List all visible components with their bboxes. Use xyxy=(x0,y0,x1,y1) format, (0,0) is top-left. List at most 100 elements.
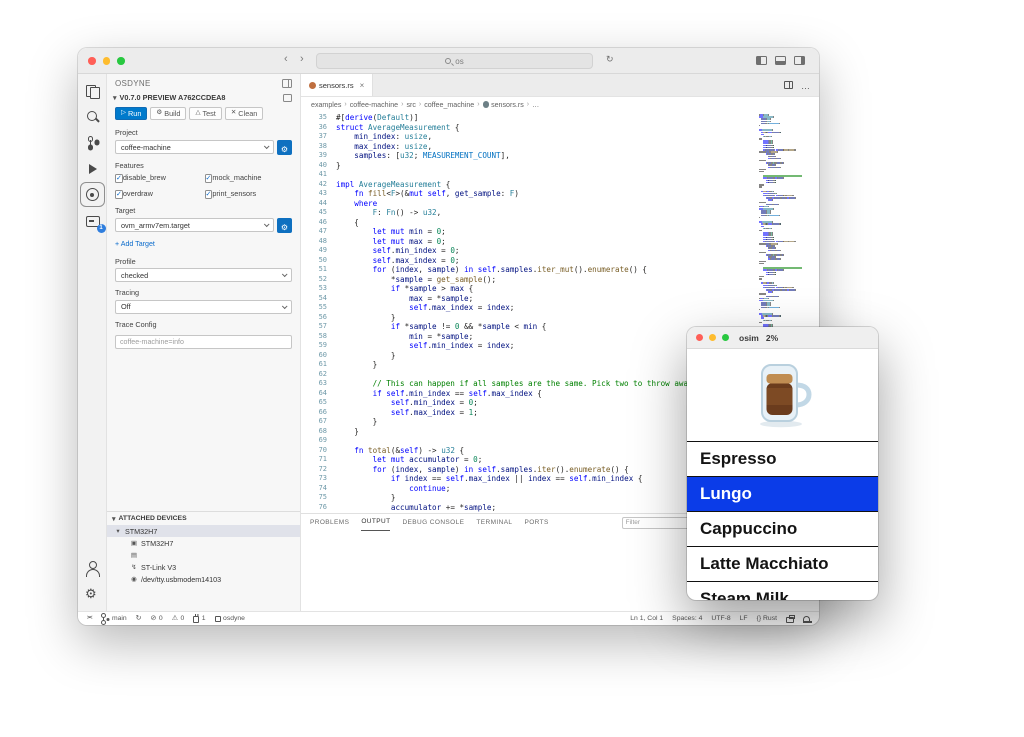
feature-checkbox-overdraw[interactable]: overdraw xyxy=(115,189,203,199)
code-line[interactable]: 37 min_index: usize, xyxy=(301,132,761,142)
project-settings-button[interactable] xyxy=(277,139,292,155)
line-number[interactable]: 70 xyxy=(301,446,327,456)
code-line[interactable]: 55 self.max_index = index; xyxy=(301,303,761,313)
menu-item-espresso[interactable]: Espresso xyxy=(687,441,878,476)
code-line[interactable]: 53 if *sample > max { xyxy=(301,284,761,294)
attached-devices-header[interactable]: ATTACHED DEVICES xyxy=(107,512,300,525)
line-number[interactable]: 43 xyxy=(301,189,327,199)
titlebar[interactable]: ‹ › os xyxy=(78,48,819,74)
status-item[interactable]: main xyxy=(100,612,127,625)
code-line[interactable]: 38 max_index: usize, xyxy=(301,142,761,152)
menu-item-steam-milk[interactable]: Steam Milk xyxy=(687,581,878,600)
code-line[interactable]: 48 let mut max = 0; xyxy=(301,237,761,247)
tab-sensors-rs[interactable]: sensors.rs × xyxy=(301,74,374,96)
target-select[interactable]: ovm_armv7em.target xyxy=(115,218,274,232)
line-number[interactable]: 41 xyxy=(301,170,327,180)
menu-item-lungo[interactable]: Lungo xyxy=(687,476,878,511)
status-item[interactable]: osdyne xyxy=(214,615,245,622)
build-button[interactable]: ⚙ Build xyxy=(150,107,187,120)
status-item[interactable] xyxy=(786,615,795,623)
osim-titlebar[interactable]: osim 2% xyxy=(687,327,878,349)
panel-tab-output[interactable]: OUTPUT xyxy=(361,514,391,531)
code-line[interactable]: 41 xyxy=(301,170,761,180)
line-number[interactable]: 64 xyxy=(301,389,327,399)
tracing-select[interactable]: Off xyxy=(115,299,292,314)
code-line[interactable]: 50 self.max_index = 0; xyxy=(301,256,761,266)
activity-item-osdyne[interactable] xyxy=(79,182,105,207)
activity-item-run-debug[interactable] xyxy=(80,156,105,181)
line-number[interactable]: 35 xyxy=(301,113,327,123)
status-item[interactable]: ⚠ 0 xyxy=(172,615,185,622)
version-section-header[interactable]: V0.7.0 PREVIEW A762CCDEA8 xyxy=(107,90,300,104)
trace-config-input[interactable] xyxy=(115,335,292,349)
code-line[interactable]: 43 fn fill<F>(&mut self, get_sample: F) xyxy=(301,189,761,199)
status-item[interactable]: ⊘ 0 xyxy=(151,615,163,622)
line-number[interactable]: 76 xyxy=(301,503,327,513)
breadcrumb-item[interactable]: coffee-machine xyxy=(350,101,398,109)
close-window-button[interactable] xyxy=(88,57,96,65)
code-line[interactable]: 36 struct AverageMeasurement { xyxy=(301,123,761,133)
line-number[interactable]: 69 xyxy=(301,436,327,446)
split-editor-icon[interactable] xyxy=(784,81,793,89)
line-number[interactable]: 52 xyxy=(301,275,327,285)
refresh-icon[interactable] xyxy=(606,54,614,65)
line-number[interactable]: 75 xyxy=(301,493,327,503)
breadcrumb-item[interactable]: coffee_machine xyxy=(424,101,474,109)
line-number[interactable]: 47 xyxy=(301,227,327,237)
more-actions-icon[interactable] xyxy=(801,76,810,94)
activity-item-source-control[interactable] xyxy=(80,130,105,155)
code-line[interactable]: 51 for (index, sample) in self.samples.i… xyxy=(301,265,761,275)
line-number[interactable]: 36 xyxy=(301,123,327,133)
status-item[interactable]: 1 xyxy=(193,614,206,623)
code-line[interactable]: 45 F: Fn() -> u32, xyxy=(301,208,761,218)
line-number[interactable]: 63 xyxy=(301,379,327,389)
line-number[interactable]: 50 xyxy=(301,256,327,266)
line-number[interactable]: 57 xyxy=(301,322,327,332)
line-number[interactable]: 54 xyxy=(301,294,327,304)
line-number[interactable]: 74 xyxy=(301,484,327,494)
breadcrumb-item[interactable]: examples xyxy=(311,101,341,109)
test-button[interactable]: △ Test xyxy=(189,107,222,120)
code-line[interactable]: 56 } xyxy=(301,313,761,323)
project-select[interactable]: coffee-machine xyxy=(115,140,274,154)
activity-item-settings[interactable] xyxy=(80,581,105,606)
feature-checkbox-mock_machine[interactable]: mock_machine xyxy=(204,173,293,183)
feature-checkbox-disable_brew[interactable]: disable_brew xyxy=(115,173,203,183)
code-line[interactable]: 42 impl AverageMeasurement { xyxy=(301,180,761,190)
osim-minimize-button[interactable] xyxy=(709,334,716,341)
code-line[interactable]: 46 { xyxy=(301,218,761,228)
activity-item-explorer[interactable] xyxy=(80,78,105,103)
line-number[interactable]: 46 xyxy=(301,218,327,228)
run-button[interactable]: ▷ Run xyxy=(115,107,148,120)
status-item[interactable]: Ln 1, Col 1 xyxy=(630,615,663,622)
line-number[interactable]: 71 xyxy=(301,455,327,465)
status-item[interactable]: UTF-8 xyxy=(711,615,730,622)
line-number[interactable]: 45 xyxy=(301,208,327,218)
activity-item-search[interactable] xyxy=(80,104,105,129)
toggle-sidebar-icon[interactable] xyxy=(756,56,767,65)
panel-tab-ports[interactable]: PORTS xyxy=(524,515,548,531)
line-number[interactable]: 40 xyxy=(301,161,327,171)
line-number[interactable]: 65 xyxy=(301,398,327,408)
history-back-button[interactable]: ‹ xyxy=(284,54,288,65)
line-number[interactable]: 61 xyxy=(301,360,327,370)
code-line[interactable]: 54 max = *sample; xyxy=(301,294,761,304)
line-number[interactable]: 60 xyxy=(301,351,327,361)
add-target-link[interactable]: + Add Target xyxy=(115,240,155,248)
minimize-window-button[interactable] xyxy=(102,57,110,65)
line-number[interactable]: 66 xyxy=(301,408,327,418)
panel-tab-problems[interactable]: PROBLEMS xyxy=(310,515,349,531)
line-number[interactable]: 51 xyxy=(301,265,327,275)
line-number[interactable]: 56 xyxy=(301,313,327,323)
line-number[interactable]: 67 xyxy=(301,417,327,427)
activity-item-account[interactable] xyxy=(80,555,105,580)
line-number[interactable]: 49 xyxy=(301,246,327,256)
clean-button[interactable]: ✕ Clean xyxy=(224,107,264,120)
line-number[interactable]: 53 xyxy=(301,284,327,294)
osim-zoom-button[interactable] xyxy=(722,334,729,341)
history-forward-button[interactable]: › xyxy=(300,54,304,65)
status-item[interactable] xyxy=(802,615,812,623)
device-item[interactable]: ▣ STM32H7 xyxy=(107,537,300,549)
device-item[interactable]: ◉/dev/tty.usbmodem14103 xyxy=(107,573,300,585)
code-line[interactable]: 44 where xyxy=(301,199,761,209)
